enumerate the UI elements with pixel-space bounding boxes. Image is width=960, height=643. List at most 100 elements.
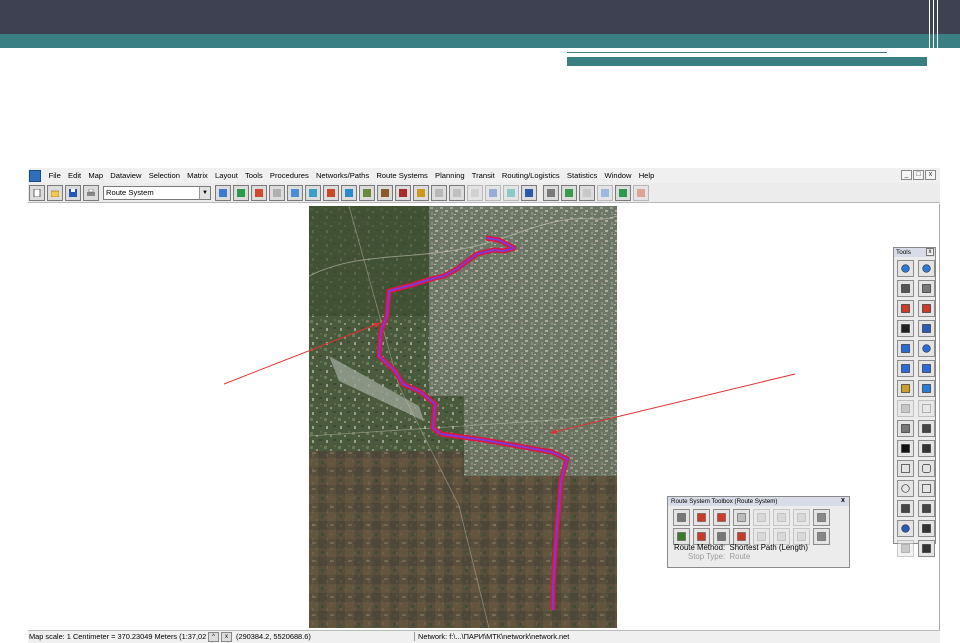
tool-freehand[interactable]	[897, 500, 914, 517]
menu-matrix[interactable]: Matrix	[184, 171, 212, 180]
tool-info[interactable]	[897, 320, 914, 337]
tool-polygon[interactable]	[918, 480, 935, 497]
edit-dim-button[interactable]	[597, 184, 613, 201]
tool-zoom-in[interactable]	[897, 260, 914, 277]
menu-selection[interactable]: Selection	[145, 171, 183, 180]
layers-icon	[363, 188, 371, 197]
route-tool-dim-oval[interactable]	[793, 509, 810, 526]
loop-button[interactable]	[521, 184, 537, 201]
tool-arrow-select[interactable]	[897, 420, 914, 437]
menu-tools[interactable]: Tools	[241, 171, 266, 180]
layer-select[interactable]: Route System ▼	[103, 185, 211, 200]
menu-statistics[interactable]: Statistics	[563, 171, 601, 180]
map-dim-button[interactable]	[503, 184, 519, 201]
tool-pan-hand[interactable]	[897, 280, 914, 297]
route-tool-route-pen[interactable]	[693, 509, 710, 526]
restore-button[interactable]: □	[913, 170, 924, 180]
tool-text-edit[interactable]	[918, 440, 935, 457]
menu-window[interactable]: Window	[601, 171, 635, 180]
print-button[interactable]	[83, 184, 99, 201]
tool-blank[interactable]	[918, 400, 935, 417]
pen-button[interactable]	[413, 184, 429, 201]
percent-button[interactable]	[305, 184, 321, 201]
export-button[interactable]	[579, 184, 595, 201]
menu-dataview[interactable]: Dataview	[107, 171, 145, 180]
close-button[interactable]: x	[925, 170, 936, 180]
menu-layout[interactable]: Layout	[211, 171, 241, 180]
menu-procedures[interactable]: Procedures	[266, 171, 312, 180]
menu-route-systems[interactable]: Route Systems	[373, 171, 432, 180]
network-button[interactable]	[287, 184, 303, 201]
chart-dim-button[interactable]	[467, 184, 483, 201]
theme-button[interactable]	[543, 184, 559, 201]
crosshair-button[interactable]	[395, 184, 411, 201]
menu-map[interactable]: Map	[85, 171, 107, 180]
tool-rounded-rect[interactable]	[918, 460, 935, 477]
menu-planning[interactable]: Planning	[431, 171, 468, 180]
tool-circle[interactable]	[897, 480, 914, 497]
tool-zoom-out[interactable]	[918, 260, 935, 277]
route-tool-select[interactable]	[673, 509, 690, 526]
route-method-value: Shortest Path (Length)	[729, 543, 808, 552]
route-tool-refresh[interactable]	[713, 509, 730, 526]
menu-edit[interactable]: Edit	[64, 171, 84, 180]
route-toolbox-close-button[interactable]: x	[839, 497, 847, 505]
tool-fork[interactable]	[897, 400, 914, 417]
cross-icon	[922, 364, 931, 373]
route-tool-traffic[interactable]	[813, 509, 830, 526]
route-button[interactable]	[341, 184, 357, 201]
layers-button[interactable]	[359, 184, 375, 201]
tool-dock-left[interactable]	[897, 300, 914, 317]
tool-star[interactable]	[897, 520, 914, 537]
menu-transit[interactable]: Transit	[468, 171, 498, 180]
tool-rectangle[interactable]	[897, 460, 914, 477]
menu-routing-logistics[interactable]: Routing/Logistics	[498, 171, 563, 180]
save-button[interactable]	[65, 184, 81, 201]
tool-select[interactable]	[918, 280, 935, 297]
tool-curve[interactable]	[918, 500, 935, 517]
tools-close-button[interactable]: x	[926, 248, 934, 256]
scale-close-button[interactable]: x	[221, 632, 232, 642]
satellite-map[interactable]	[309, 206, 617, 628]
list-button[interactable]	[377, 184, 393, 201]
tool-dock-right[interactable]	[918, 300, 935, 317]
globe-button[interactable]	[431, 184, 447, 201]
menu-file[interactable]: File	[45, 171, 64, 180]
tool-pointer-select[interactable]	[918, 320, 935, 337]
route-tool-dim-pen[interactable]	[753, 509, 770, 526]
toolbar-buttons	[215, 184, 651, 201]
tool-camera[interactable]	[918, 540, 935, 557]
menu-networks-paths[interactable]: Networks/Paths	[312, 171, 372, 180]
tag-button[interactable]	[449, 184, 465, 201]
path-button[interactable]	[323, 184, 339, 201]
tool-chart-tool[interactable]	[918, 380, 935, 397]
cd-button[interactable]	[561, 184, 577, 201]
tool-cross[interactable]	[918, 360, 935, 377]
menu-help[interactable]: Help	[635, 171, 658, 180]
zoom-in-icon	[901, 264, 910, 273]
tool-frame[interactable]	[897, 540, 914, 557]
map-button[interactable]	[251, 184, 267, 201]
minimize-button[interactable]: _	[901, 170, 912, 180]
route-tool-dim-circle[interactable]	[773, 509, 790, 526]
image-dim-button[interactable]	[633, 184, 649, 201]
map-image	[309, 206, 617, 628]
grid-button[interactable]	[269, 184, 285, 201]
chevron-down-icon[interactable]: ▼	[199, 186, 210, 199]
tool-hand-pointer[interactable]	[918, 420, 935, 437]
tool-select-layer[interactable]	[897, 360, 914, 377]
check-button[interactable]	[615, 184, 631, 201]
tool-refresh[interactable]	[918, 340, 935, 357]
scatter-dim-button[interactable]	[485, 184, 501, 201]
open-button[interactable]	[47, 184, 63, 201]
tool-compass[interactable]	[918, 520, 935, 537]
new-file-button[interactable]	[29, 184, 45, 201]
scale-up-button[interactable]: ^	[208, 632, 219, 642]
tool-text[interactable]	[897, 440, 914, 457]
table-button[interactable]	[215, 184, 231, 201]
tool-ruler[interactable]	[897, 380, 914, 397]
route-tool-traffic-stop[interactable]	[813, 528, 830, 545]
route-tool-blank[interactable]	[733, 509, 750, 526]
chart-button[interactable]	[233, 184, 249, 201]
tool-undo[interactable]	[897, 340, 914, 357]
